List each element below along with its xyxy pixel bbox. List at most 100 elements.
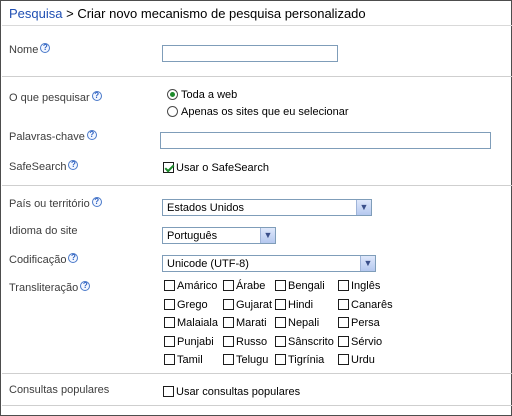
site-language-select-value: Português	[167, 230, 218, 242]
popular-queries-checkbox-row[interactable]: Usar consultas populares	[163, 386, 300, 398]
transliteration-option-label: Russo	[236, 335, 268, 348]
transliteration-option[interactable]: Sérvio	[338, 335, 383, 348]
transliteration-option[interactable]: Malaiala	[164, 317, 218, 329]
help-icon[interactable]: ?	[68, 253, 79, 263]
transliteration-option[interactable]: Telugu	[223, 354, 268, 366]
help-icon[interactable]: ?	[68, 160, 79, 170]
transliteration-checkbox[interactable]	[275, 317, 286, 328]
transliteration-option-label: Tamil	[177, 354, 203, 366]
transliteration-option[interactable]: Punjabi	[164, 335, 214, 348]
transliteration-option-label: Malaiala	[177, 317, 218, 329]
transliteration-option-label: Marati	[236, 317, 267, 329]
section-divider	[2, 373, 512, 374]
help-icon[interactable]: ?	[80, 281, 91, 291]
transliteration-checkbox[interactable]	[338, 298, 349, 310]
popular-queries-checkbox[interactable]	[163, 386, 174, 397]
transliteration-checkbox[interactable]	[338, 280, 349, 291]
transliteration-option[interactable]: Tamil	[164, 354, 203, 366]
transliteration-option[interactable]: Hindi	[275, 298, 314, 311]
transliteration-option[interactable]: Urdu	[338, 354, 375, 366]
transliteration-option-label: Amárico	[177, 280, 218, 292]
transliteration-option-label: Punjabi	[177, 335, 214, 348]
transliteration-option-label: Tigrínia	[288, 354, 325, 366]
section-divider	[2, 76, 512, 77]
transliteration-checkbox[interactable]	[223, 317, 234, 328]
transliteration-checkbox[interactable]	[275, 298, 286, 310]
what-to-search-label-text: O que pesquisar	[9, 92, 90, 104]
help-icon[interactable]: ?	[91, 197, 102, 207]
encoding-select-value: Unicode (UTF-8)	[167, 258, 249, 270]
breadcrumb-separator: >	[62, 6, 78, 21]
transliteration-option[interactable]: Persa	[338, 317, 380, 329]
transliteration-checkbox[interactable]	[164, 317, 175, 328]
transliteration-option-label: Telugu	[236, 354, 269, 366]
safesearch-checkbox[interactable]	[163, 162, 174, 173]
transliteration-option[interactable]: Tigrínia	[275, 354, 324, 366]
radio-option-whole-web[interactable]: Toda a web	[167, 89, 237, 101]
page-frame: Pesquisa > Criar novo mecanismo de pesqu…	[0, 0, 512, 416]
transliteration-checkbox[interactable]	[275, 354, 286, 365]
what-to-search-label: O que pesquisar?	[9, 91, 102, 104]
breadcrumb-link-pesquisa[interactable]: Pesquisa	[9, 6, 62, 21]
transliteration-checkbox[interactable]	[164, 354, 175, 365]
name-input[interactable]	[162, 45, 338, 62]
transliteration-checkbox[interactable]	[223, 335, 234, 347]
encoding-label-text: Codificação	[9, 254, 67, 266]
transliteration-option[interactable]: Bengali	[275, 280, 325, 292]
popular-queries-label-text: Consultas populares	[9, 384, 110, 396]
transliteration-option[interactable]: Sânscrito	[275, 335, 334, 348]
transliteration-checkbox[interactable]	[275, 335, 286, 347]
transliteration-option[interactable]: Inglês	[338, 280, 380, 292]
safesearch-label-text: SafeSearch	[9, 161, 67, 173]
transliteration-option[interactable]: Marati	[223, 317, 267, 329]
chevron-down-icon[interactable]: ▼	[260, 228, 275, 243]
transliteration-option[interactable]: Nepali	[275, 317, 319, 329]
page-title: Criar novo mecanismo de pesquisa persona…	[77, 6, 366, 21]
transliteration-label: Transliteração?	[9, 281, 91, 294]
radio-unchecked-icon[interactable]	[167, 106, 178, 117]
transliteration-option-label: Hindi	[288, 298, 314, 311]
transliteration-option-label: Nepali	[288, 317, 320, 329]
transliteration-checkbox[interactable]	[338, 335, 349, 347]
transliteration-option-label: Urdu	[351, 354, 375, 366]
transliteration-option[interactable]: Gujarat	[223, 298, 272, 311]
radio-label-whole-web: Toda a web	[181, 89, 238, 101]
transliteration-checkbox[interactable]	[223, 280, 234, 291]
transliteration-checkbox[interactable]	[275, 280, 286, 291]
safesearch-checkbox-label: Usar o SafeSearch	[176, 162, 269, 174]
keywords-input[interactable]	[160, 132, 491, 149]
transliteration-option-label: Sérvio	[351, 335, 383, 348]
breadcrumb: Pesquisa > Criar novo mecanismo de pesqu…	[2, 2, 512, 26]
transliteration-checkbox[interactable]	[338, 354, 349, 365]
country-select-value: Estados Unidos	[167, 202, 245, 214]
safesearch-checkbox-row[interactable]: Usar o SafeSearch	[163, 162, 269, 174]
section-divider	[2, 185, 512, 186]
country-label: País ou território?	[9, 197, 102, 210]
transliteration-option[interactable]: Árabe	[223, 280, 265, 292]
popular-queries-checkbox-label: Usar consultas populares	[176, 386, 301, 398]
encoding-select[interactable]: Unicode (UTF-8) ▼	[162, 255, 376, 272]
transliteration-checkbox[interactable]	[164, 298, 175, 310]
help-icon[interactable]: ?	[40, 43, 51, 53]
transliteration-option[interactable]: Russo	[223, 335, 268, 348]
chevron-down-icon[interactable]: ▼	[360, 256, 375, 271]
transliteration-checkbox[interactable]	[164, 280, 175, 291]
transliteration-checkbox[interactable]	[338, 317, 349, 328]
transliteration-option[interactable]: Canarês	[338, 298, 393, 311]
transliteration-checkbox[interactable]	[164, 335, 175, 347]
radio-checked-icon[interactable]	[167, 89, 178, 100]
help-icon[interactable]: ?	[86, 130, 97, 140]
transliteration-option[interactable]: Amárico	[164, 280, 217, 292]
help-icon[interactable]: ?	[91, 91, 102, 101]
site-language-label: Idioma do site	[9, 225, 77, 237]
transliteration-checkbox[interactable]	[223, 298, 234, 310]
radio-option-selected-sites[interactable]: Apenas os sites que eu selecionar	[167, 106, 349, 118]
transliteration-checkbox[interactable]	[223, 354, 234, 365]
transliteration-option-label: Árabe	[236, 280, 266, 292]
site-language-select[interactable]: Português ▼	[162, 227, 276, 244]
transliteration-option-label: Sânscrito	[288, 335, 334, 348]
transliteration-label-text: Transliteração	[9, 282, 79, 294]
chevron-down-icon[interactable]: ▼	[356, 200, 371, 215]
country-select[interactable]: Estados Unidos ▼	[162, 199, 372, 216]
transliteration-option[interactable]: Grego	[164, 298, 208, 311]
